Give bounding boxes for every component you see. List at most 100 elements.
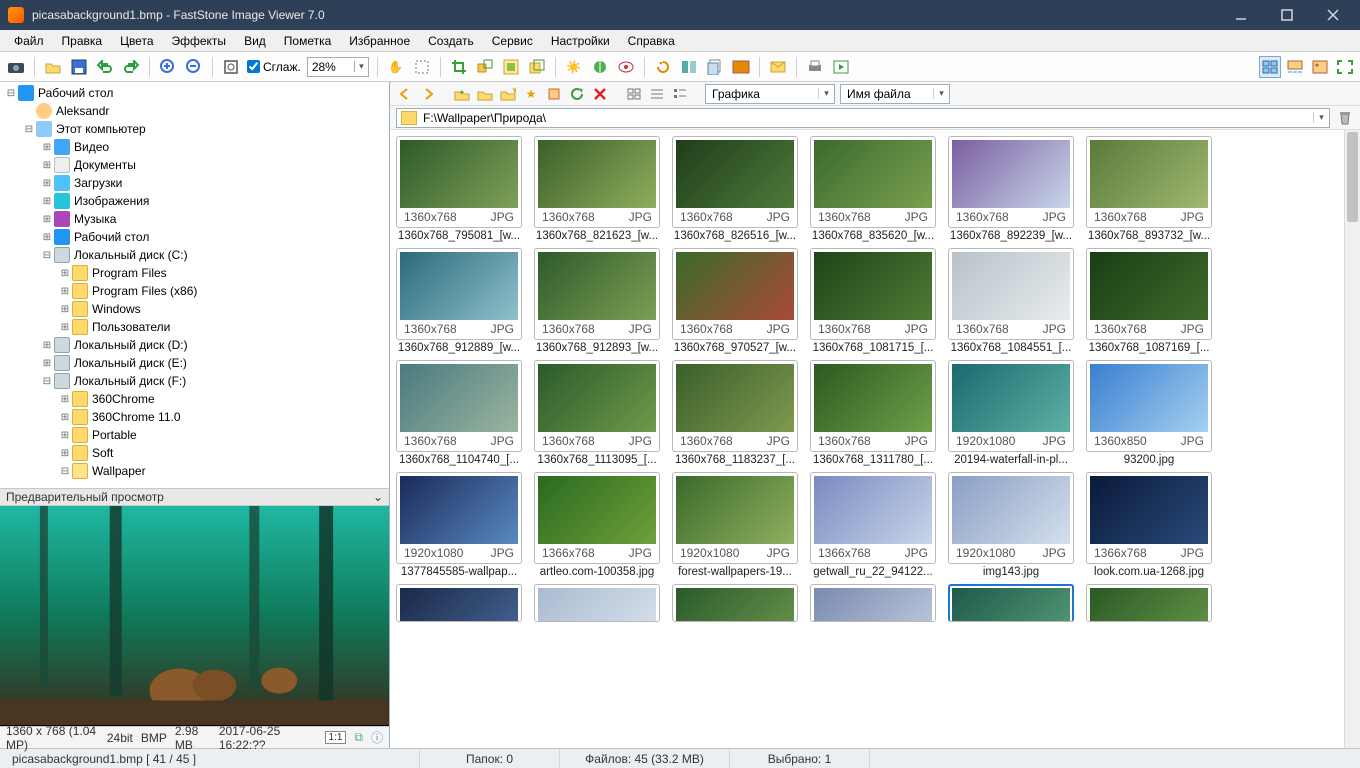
menu-Избранное[interactable]: Избранное: [341, 32, 418, 50]
collapse-icon[interactable]: ⊟: [40, 376, 54, 387]
thumbnail[interactable]: [948, 584, 1074, 622]
tree-node[interactable]: ⊞Рабочий стол: [0, 228, 389, 246]
thumbnail[interactable]: 1366x768JPGgetwall_ru_22_94122...: [810, 472, 936, 578]
thumbnail[interactable]: [396, 584, 522, 622]
expand-icon[interactable]: ⊞: [58, 448, 72, 459]
acquire-icon[interactable]: [6, 57, 26, 77]
refresh-folder-icon[interactable]: [476, 85, 494, 103]
canvas-icon[interactable]: [501, 57, 521, 77]
tree-node[interactable]: ⊞Локальный диск (E:): [0, 354, 389, 372]
tree-node[interactable]: ⊟Локальный диск (C:): [0, 246, 389, 264]
tree-node[interactable]: ⊞Пользователи: [0, 318, 389, 336]
expand-icon[interactable]: ⊞: [58, 286, 72, 297]
tree-node[interactable]: ⊞360Chrome 11.0: [0, 408, 389, 426]
collapse-icon[interactable]: ⌄: [373, 490, 383, 504]
view-list-icon[interactable]: [648, 85, 666, 103]
tree-node[interactable]: ⊞Изображения: [0, 192, 389, 210]
menu-Вид[interactable]: Вид: [236, 32, 274, 50]
delete-icon[interactable]: [591, 85, 609, 103]
expand-icon[interactable]: ⊞: [40, 340, 54, 351]
thumbnail[interactable]: 1360x768JPG1360x768_970527_[w...: [672, 248, 798, 354]
collapse-icon[interactable]: ⊟: [22, 124, 36, 135]
menu-Создать[interactable]: Создать: [420, 32, 482, 50]
minimize-button[interactable]: [1228, 5, 1254, 25]
thumbnail[interactable]: 1360x768JPG1360x768_826516_[w...: [672, 136, 798, 242]
expand-icon[interactable]: ⊞: [58, 322, 72, 333]
filmstrip-view-button[interactable]: [1284, 56, 1306, 78]
chevron-down-icon[interactable]: ▾: [933, 88, 949, 99]
thumbnail[interactable]: [810, 584, 936, 622]
redeye-icon[interactable]: [616, 57, 636, 77]
expand-icon[interactable]: ⊞: [40, 358, 54, 369]
up-folder-icon[interactable]: [453, 85, 471, 103]
tree-node[interactable]: ⊞Локальный диск (D:): [0, 336, 389, 354]
thumbnail[interactable]: 1360x768JPG1360x768_1113095_[...: [534, 360, 660, 466]
expand-icon[interactable]: ⊞: [40, 232, 54, 243]
collapse-icon[interactable]: ⊟: [40, 250, 54, 261]
single-view-button[interactable]: [1309, 56, 1331, 78]
select-icon[interactable]: [412, 57, 432, 77]
slideshow-icon[interactable]: [831, 57, 851, 77]
thumbnail[interactable]: 1360x768JPG1360x768_795081_[w...: [396, 136, 522, 242]
menu-Цвета[interactable]: Цвета: [112, 32, 161, 50]
thumbnail[interactable]: 1360x768JPG1360x768_892239_[w...: [948, 136, 1074, 242]
tree-node[interactable]: ⊞Windows: [0, 300, 389, 318]
tree-node[interactable]: ⊞Program Files (x86): [0, 282, 389, 300]
tree-node[interactable]: ⊞Музыка: [0, 210, 389, 228]
thumbnail[interactable]: [1086, 584, 1212, 622]
menu-Сервис[interactable]: Сервис: [484, 32, 541, 50]
menu-Настройки[interactable]: Настройки: [543, 32, 618, 50]
chevron-down-icon[interactable]: ▾: [818, 88, 834, 99]
tree-node[interactable]: ⊞Загрузки: [0, 174, 389, 192]
tree-node[interactable]: ⊞Program Files: [0, 264, 389, 282]
close-button[interactable]: [1320, 5, 1346, 25]
email-icon[interactable]: [768, 57, 788, 77]
smooth-checkbox[interactable]: Сглаж.: [247, 60, 301, 74]
thumbnail[interactable]: 1360x768JPG1360x768_912889_[w...: [396, 248, 522, 354]
preview-image[interactable]: [0, 506, 389, 726]
menu-Эффекты[interactable]: Эффекты: [164, 32, 235, 50]
collapse-icon[interactable]: ⊟: [4, 88, 18, 99]
actual-size-button[interactable]: 1:1: [325, 731, 347, 744]
thumbnails-view-button[interactable]: [1259, 56, 1281, 78]
expand-icon[interactable]: ⊞: [40, 196, 54, 207]
tree-node[interactable]: ⊟Wallpaper: [0, 462, 389, 480]
expand-icon[interactable]: ⊞: [40, 160, 54, 171]
view-details-icon[interactable]: [671, 85, 689, 103]
chevron-down-icon[interactable]: ▾: [1313, 112, 1329, 123]
expand-icon[interactable]: ⊞: [58, 412, 72, 423]
menu-Правка[interactable]: Правка: [54, 32, 111, 50]
tree-node[interactable]: ⊞Документы: [0, 156, 389, 174]
thumbnail[interactable]: 1360x768JPG1360x768_821623_[w...: [534, 136, 660, 242]
flip-icon[interactable]: [679, 57, 699, 77]
collapse-icon[interactable]: ⊟: [58, 466, 72, 477]
thumbnail[interactable]: 1360x768JPG1360x768_1104740_[...: [396, 360, 522, 466]
thumbnail[interactable]: [672, 584, 798, 622]
brightness-icon[interactable]: ☀️: [564, 57, 584, 77]
filter-combo[interactable]: Графика ▾: [705, 84, 835, 104]
menu-Справка[interactable]: Справка: [620, 32, 683, 50]
tree-node[interactable]: ⊟Этот компьютер: [0, 120, 389, 138]
expand-icon[interactable]: ⊞: [58, 268, 72, 279]
histogram-icon[interactable]: ⧉: [354, 730, 363, 745]
favorite-star-icon[interactable]: ★: [522, 85, 540, 103]
trash-icon[interactable]: [1336, 109, 1354, 127]
zoom-in-icon[interactable]: [158, 57, 178, 77]
fullscreen-button[interactable]: [1334, 56, 1356, 78]
zoom-out-icon[interactable]: [184, 57, 204, 77]
thumbnail[interactable]: 1360x850JPG93200.jpg: [1086, 360, 1212, 466]
thumbnail[interactable]: 1360x768JPG1360x768_835620_[w...: [810, 136, 936, 242]
forward-icon[interactable]: [419, 85, 437, 103]
thumbnail[interactable]: 1360x768JPG1360x768_1311780_[...: [810, 360, 936, 466]
expand-icon[interactable]: ⊞: [58, 430, 72, 441]
expand-icon[interactable]: ⊞: [40, 142, 54, 153]
save-icon[interactable]: [69, 57, 89, 77]
crop-icon[interactable]: [449, 57, 469, 77]
thumbnail[interactable]: 1920x1080JPG1377845585-wallpap...: [396, 472, 522, 578]
print-icon[interactable]: [805, 57, 825, 77]
tree-node[interactable]: ⊟Локальный диск (F:): [0, 372, 389, 390]
thumbnail[interactable]: 1920x1080JPGimg143.jpg: [948, 472, 1074, 578]
tree-node[interactable]: ⊞Portable: [0, 426, 389, 444]
back-icon[interactable]: [396, 85, 414, 103]
thumbnail[interactable]: 1360x768JPG1360x768_1081715_[...: [810, 248, 936, 354]
